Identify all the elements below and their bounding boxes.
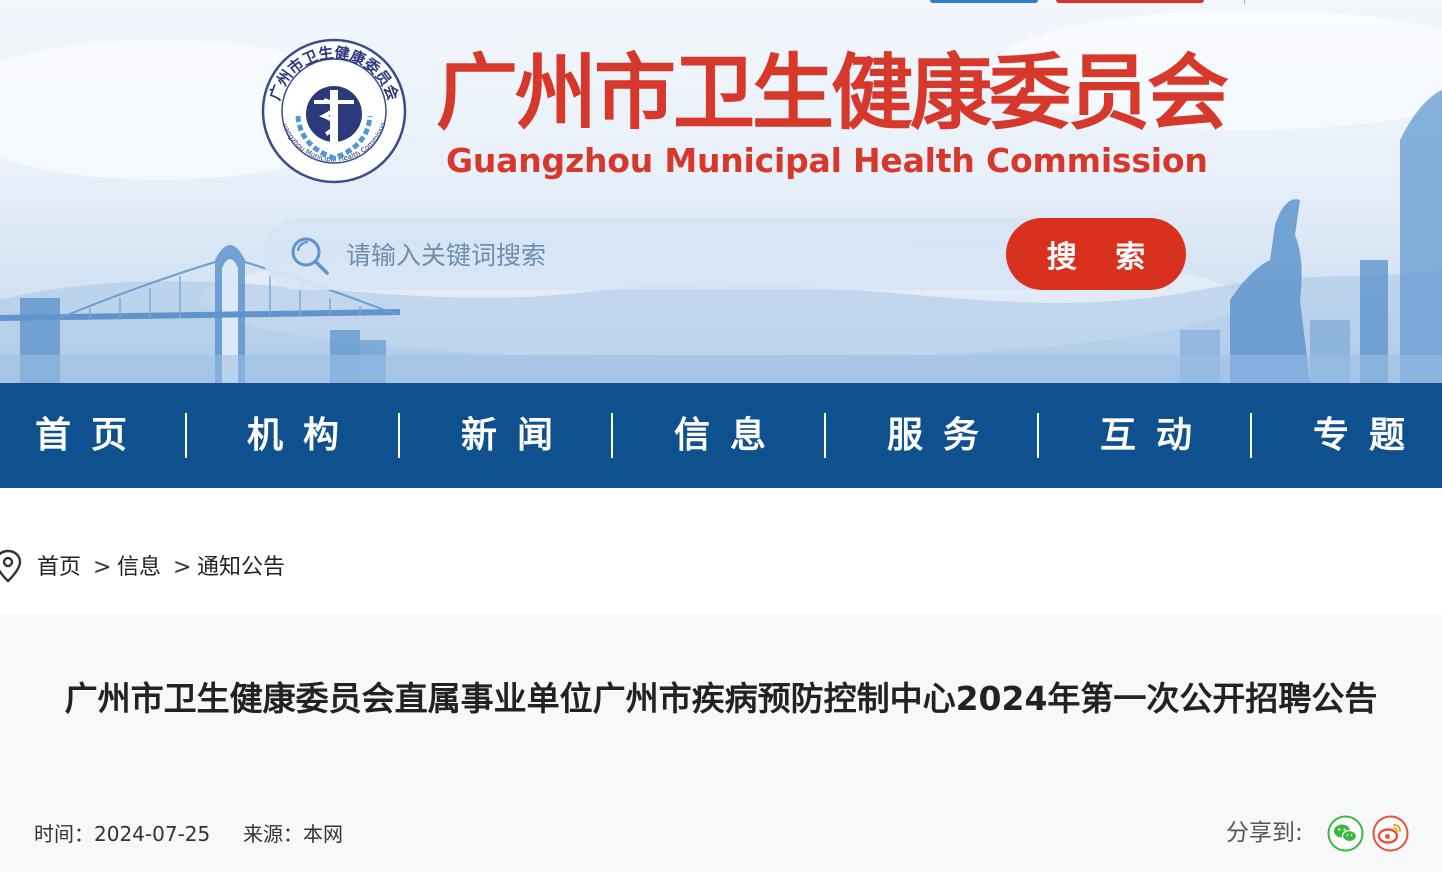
search-input[interactable] [346,234,986,276]
breadcrumb-separator: > [93,555,112,580]
location-pin-icon [0,549,22,583]
main-nav: 首页 机构 新闻 信息 服务 互动 专题 [0,383,1442,488]
article-source-value: 本网 [303,822,343,846]
nav-item-interaction[interactable]: 互动 [1081,383,1231,488]
breadcrumb-information[interactable]: 信息 [117,552,161,584]
breadcrumb-home[interactable]: 首页 [37,552,81,584]
nav-item-services[interactable]: 服务 [868,383,1018,488]
nav-item-news[interactable]: 新闻 [442,383,592,488]
breadcrumb-bar [0,488,1442,614]
top-divider [1244,0,1245,4]
breadcrumb-separator: > [173,555,192,580]
wechat-icon[interactable] [1327,815,1364,852]
site-title: 广州市卫生健康委员会 [436,46,1229,141]
nav-divider [398,413,400,458]
search-button[interactable]: 搜 索 [1006,218,1186,290]
site-title-english: Guangzhou Municipal Health Commission [446,141,1208,180]
nav-divider [1037,413,1039,458]
top-link-strip-red[interactable] [1056,0,1204,3]
article-time-value: 2024-07-25 [94,822,211,846]
breadcrumb-notices[interactable]: 通知公告 [197,552,285,584]
nav-divider [1250,413,1252,458]
weibo-icon[interactable] [1372,815,1409,852]
search-icon [291,237,329,275]
article-source-label: 来源： [243,822,303,846]
nav-item-home[interactable]: 首页 [16,383,166,488]
nav-item-topics[interactable]: 专题 [1294,383,1442,488]
article-title: 广州市卫生健康委员会直属事业单位广州市疾病预防控制中心2024年第一次公开招聘公… [64,679,1378,718]
nav-divider [185,413,187,458]
nav-item-information[interactable]: 信息 [655,383,805,488]
top-link-strip-blue[interactable] [930,0,1038,3]
article-time: 时间：2024-07-25 [34,818,210,850]
nav-divider [611,413,613,458]
nav-item-organization[interactable]: 机构 [228,383,378,488]
health-emblem-logo[interactable]: 广州市卫生健康委员会 Guangzhou Municipal Health Co… [258,36,410,186]
article-source: 来源：本网 [243,818,343,850]
nav-divider [824,413,826,458]
article-time-label: 时间： [34,822,94,846]
share-label: 分享到: [1226,820,1303,846]
